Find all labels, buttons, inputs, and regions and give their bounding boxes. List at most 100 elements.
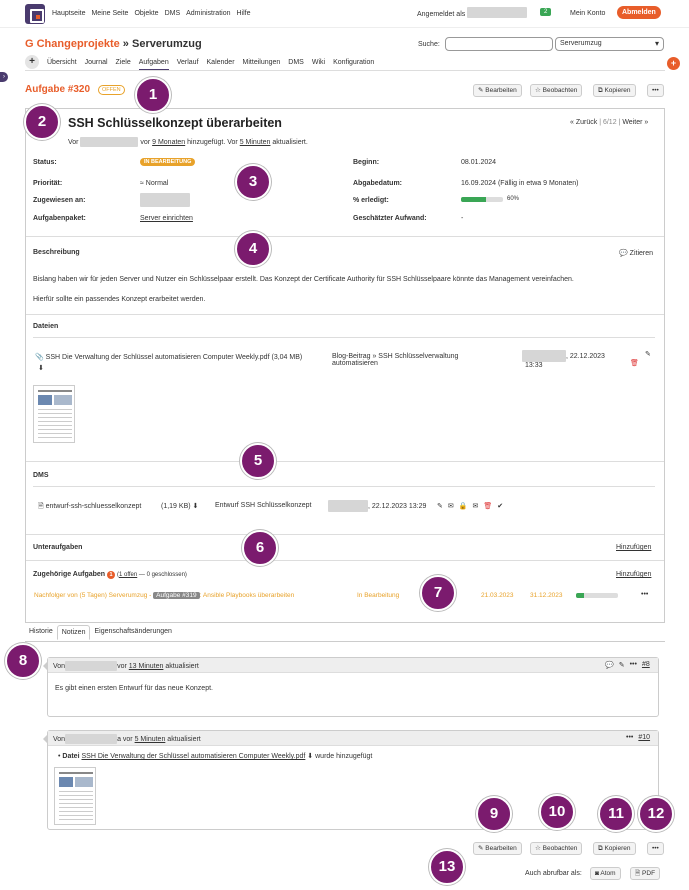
search-label: Suche: [418, 41, 440, 48]
added-time-link[interactable]: 9 Monaten [152, 139, 185, 146]
copy-button-top[interactable]: ⧉ Kopieren [593, 84, 636, 97]
new-object-button[interactable]: + [25, 55, 39, 69]
note-ref-link[interactable]: #10 [638, 734, 650, 741]
divider [33, 337, 655, 338]
envelope-icon[interactable]: ✉ [472, 502, 478, 510]
related-issue-status: In Bearbeitung [357, 592, 400, 599]
more-button-bottom[interactable]: ••• [647, 842, 664, 855]
copy-icon: ⧉ [598, 845, 603, 852]
callout-marker: 6 [242, 530, 278, 566]
my-account-link[interactable]: Mein Konto [570, 10, 605, 17]
attachment-thumbnail[interactable] [33, 385, 75, 443]
done-label: % erledigt: [353, 197, 389, 204]
speech-bubble-icon[interactable]: 💬 [605, 661, 614, 669]
download-icon[interactable]: ⬇ [307, 753, 313, 760]
top-bar: Hauptseite Meine Seite Objekte DMS Admin… [0, 0, 689, 28]
dms-file-link[interactable]: entwurf-ssh-schluesselkonzept [46, 503, 142, 510]
sidebar-toggle[interactable]: › [0, 72, 8, 82]
estimate-value: - [461, 215, 464, 222]
note-header: Von vor 13 Minuten aktualisiert [53, 661, 199, 671]
tab-notes[interactable]: Notizen [56, 625, 91, 640]
add-subtask-link[interactable]: Hinzufügen [616, 544, 651, 551]
callout-marker: 10 [539, 794, 575, 830]
pencil-icon[interactable]: ✎ [619, 661, 625, 669]
more-icon[interactable]: ••• [626, 734, 633, 741]
download-icon[interactable]: ⬇ [193, 503, 199, 510]
search-input[interactable] [445, 37, 553, 51]
callout-marker: 13 [429, 849, 465, 885]
pencil-icon[interactable]: ✎ [437, 502, 443, 510]
dms-description: Entwurf SSH Schlüsselkonzept [215, 502, 312, 509]
watch-button-bottom[interactable]: ☆ Beobachten [530, 842, 583, 855]
related-issue-subject[interactable]: : Ansible Playbooks überarbeiten [200, 592, 295, 599]
priority-value: ≈ Normal [140, 180, 169, 187]
watch-button-top[interactable]: ☆ Beobachten [530, 84, 583, 97]
search-scope-select[interactable]: Serverumzug [555, 37, 664, 51]
app-logo[interactable] [25, 4, 45, 24]
done-progress-fill [461, 197, 487, 202]
mail-icon[interactable]: ✉ [448, 502, 454, 510]
issue-id: Aufgabe #320 [25, 84, 91, 95]
estimate-label: Geschätzter Aufwand: [353, 215, 427, 222]
callout-marker: 2 [24, 104, 60, 140]
callout-marker: 4 [235, 231, 271, 267]
trash-icon[interactable]: 🗑 [483, 502, 492, 510]
note-file-link[interactable]: SSH Die Verwaltung der Schlüssel automat… [81, 753, 305, 760]
attachment-link[interactable]: SSH Die Verwaltung der Schlüssel automat… [46, 354, 270, 361]
logout-button[interactable]: Abmelden [617, 6, 661, 19]
tab-property-changes[interactable]: Eigenschaftsänderungen [90, 625, 175, 640]
redacted-author [65, 734, 118, 744]
edit-button-bottom[interactable]: ✎ Bearbeiten [473, 842, 522, 855]
pencil-icon[interactable]: ✎ [645, 350, 651, 358]
note-time-link[interactable]: 13 Minuten [129, 663, 164, 670]
related-issue-badge[interactable]: Aufgabe #319 [153, 592, 200, 599]
note-actions: 💬 ✎ ••• #8 [605, 661, 650, 669]
prev-issue-link[interactable]: « Zurück [570, 119, 597, 126]
more-button-top[interactable]: ••• [647, 84, 664, 97]
quick-add-button[interactable]: + [667, 57, 680, 70]
related-progress-fill [576, 593, 585, 598]
related-issue-row[interactable]: Nachfolger von (5 Tagen) Serverumzug - A… [34, 592, 294, 599]
topnav-home[interactable]: Hauptseite [52, 10, 85, 17]
topnav-admin[interactable]: Administration [186, 10, 230, 17]
related-open-link[interactable]: 1 offen [119, 572, 137, 578]
add-relation-link[interactable]: Hinzufügen [616, 571, 651, 578]
speech-bubble-icon: 💬 [619, 250, 628, 257]
note-ref-link[interactable]: #8 [642, 661, 650, 669]
note-file-thumbnail[interactable] [54, 767, 96, 825]
related-more-button[interactable]: ••• [641, 591, 648, 598]
rss-icon: ◙ [595, 870, 599, 877]
project-parent-link[interactable]: G Changeprojekte [25, 38, 120, 50]
checkmark-icon[interactable]: ✔ [497, 502, 503, 510]
issue-subject: SSH Schlüsselkonzept überarbeiten [68, 116, 282, 130]
notification-badge[interactable]: 2 [540, 8, 552, 16]
more-icon[interactable]: ••• [630, 661, 637, 669]
redacted-assignee [140, 193, 190, 207]
dms-title: DMS [33, 472, 49, 479]
redacted-author [65, 661, 118, 671]
atom-export-button[interactable]: ◙ Atom [590, 867, 621, 880]
lock-icon[interactable]: 🔒 [459, 502, 468, 510]
download-icon[interactable]: ⬇ [38, 364, 44, 372]
redacted-author [80, 137, 139, 147]
callout-marker: 3 [235, 164, 271, 200]
dms-file-row: 🗎 entwurf-ssh-schluesselkonzept [38, 502, 141, 513]
topnav-dms[interactable]: DMS [165, 10, 181, 17]
tab-history[interactable]: Historie [25, 625, 57, 640]
done-progress-bar [461, 197, 503, 202]
callout-marker: 8 [5, 643, 41, 679]
updated-time-link[interactable]: 5 Minuten [240, 139, 271, 146]
tabs-divider [25, 641, 665, 642]
topnav-my-page[interactable]: Meine Seite [91, 10, 128, 17]
edit-button-top[interactable]: ✎ Bearbeiten [473, 84, 522, 97]
trash-icon[interactable]: 🗑 [630, 359, 639, 367]
topnav-help[interactable]: Hilfe [236, 10, 250, 17]
topnav-objects[interactable]: Objekte [134, 10, 158, 17]
next-issue-link[interactable]: Weiter » [622, 119, 648, 126]
package-link[interactable]: Server einrichten [140, 215, 193, 222]
copy-button-bottom[interactable]: ⧉ Kopieren [593, 842, 636, 855]
redacted-uploader [328, 500, 368, 512]
pdf-export-button[interactable]: 🗎 PDF [630, 867, 661, 880]
note-time-link[interactable]: 5 Minuten [135, 736, 166, 743]
quote-button[interactable]: 💬 Zitieren [619, 249, 653, 257]
